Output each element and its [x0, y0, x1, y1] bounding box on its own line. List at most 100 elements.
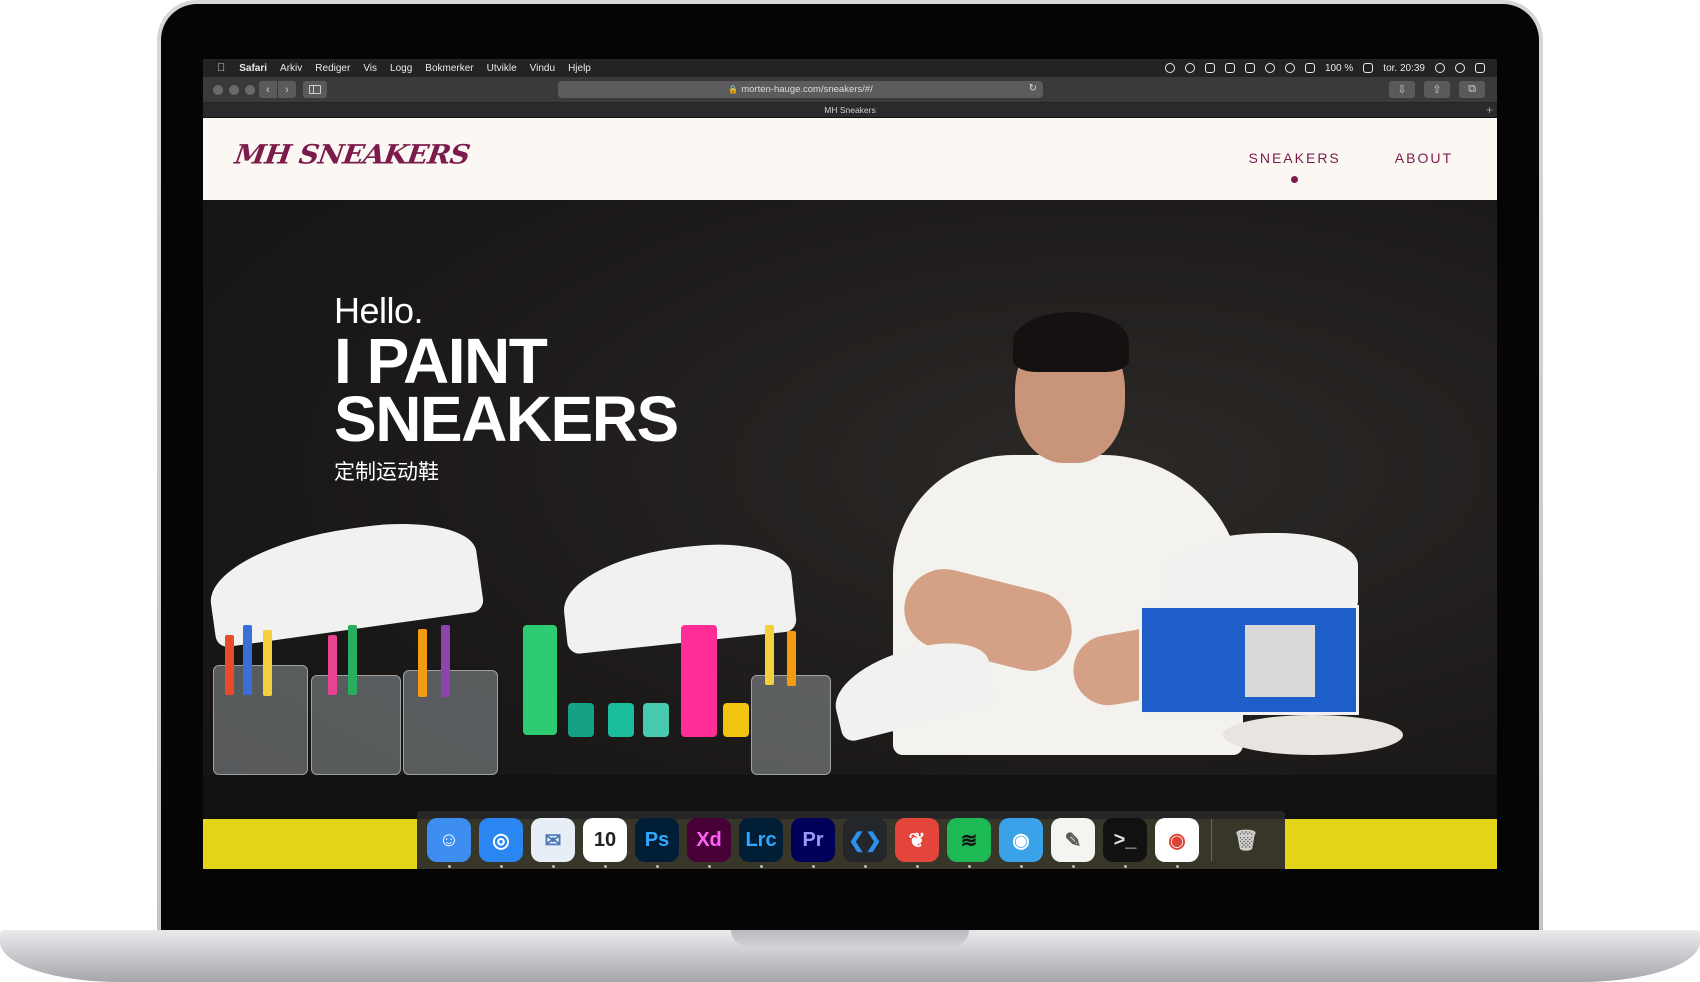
creative-cloud-icon[interactable]: [1184, 63, 1195, 73]
siri-icon[interactable]: [1455, 63, 1465, 73]
hero-text: Hello. I PAINT SNEAKERS 定制运动鞋: [334, 290, 679, 486]
reload-icon[interactable]: ↻: [1029, 83, 1037, 94]
leaf-app-icon[interactable]: ❦: [895, 818, 939, 868]
notification-center-icon[interactable]: [1475, 63, 1485, 73]
safari-icon[interactable]: ◎: [479, 818, 523, 868]
sidebar-icon: [309, 85, 321, 94]
hero-chinese-subtitle: 定制运动鞋: [334, 460, 439, 484]
marker-pen: [263, 630, 272, 696]
battery-percent[interactable]: 100 %: [1325, 63, 1353, 74]
forward-button[interactable]: ›: [278, 81, 296, 98]
dock-icon-glyph: Ps: [644, 828, 670, 851]
tweetbot-icon[interactable]: ◉: [999, 818, 1043, 868]
running-indicator: [811, 865, 815, 868]
terminal-icon[interactable]: >_: [1103, 818, 1147, 868]
nav-sneakers-label: SNEAKERS: [1248, 150, 1341, 166]
marker-jar: [751, 675, 831, 775]
paint-bottle: [643, 703, 669, 737]
hero-headline-line2: SNEAKERS: [334, 383, 679, 455]
site-logo[interactable]: MH SNEAKERS: [233, 139, 472, 170]
downloads-button[interactable]: ⇩: [1389, 81, 1415, 98]
laptop-frame:  Safari Arkiv Rediger Vis Logg Bokmerke…: [0, 0, 1700, 982]
marker-pen: [787, 631, 796, 686]
menu-hjelp[interactable]: Hjelp: [568, 63, 591, 74]
running-indicator: [759, 865, 763, 868]
menu-vis[interactable]: Vis: [363, 63, 377, 74]
trash-icon[interactable]: 🗑: [1224, 818, 1268, 862]
dock-icon-glyph: ✉: [544, 829, 562, 852]
close-window-button[interactable]: [213, 85, 223, 95]
spotify-icon[interactable]: ≋: [947, 818, 991, 868]
address-bar[interactable]: 🔒 morten-hauge.com/sneakers/#/ ↻: [558, 81, 1043, 98]
menu-rediger[interactable]: Rediger: [315, 63, 350, 74]
menu-logg[interactable]: Logg: [390, 63, 412, 74]
running-indicator: [707, 865, 711, 868]
dock-icon-glyph: ◉: [1168, 829, 1186, 852]
bluetooth-icon[interactable]: [1264, 63, 1275, 73]
marker-pen: [348, 625, 357, 695]
dock-icon-glyph: 10: [593, 828, 617, 851]
running-indicator: [967, 865, 971, 868]
running-indicator: [499, 865, 503, 868]
lightroom-icon[interactable]: Lrc: [739, 818, 783, 868]
share-button[interactable]: ⇧: [1424, 81, 1450, 98]
nav-sneakers[interactable]: SNEAKERS: [1248, 150, 1341, 183]
paint-bottle: [723, 703, 749, 737]
calendar-icon[interactable]: 10: [583, 818, 627, 868]
dock-icon-glyph: Lrc: [745, 828, 777, 851]
new-tab-icon[interactable]: +: [1486, 103, 1493, 117]
dock-separator: [1211, 819, 1212, 861]
xd-icon[interactable]: Xd: [687, 818, 731, 868]
dropbox-icon[interactable]: [1204, 63, 1215, 73]
hero-photo-palette: [1223, 715, 1403, 755]
menu-utvikle[interactable]: Utvikle: [487, 63, 517, 74]
chrome-icon[interactable]: ◉: [1155, 818, 1199, 868]
marker-pen: [225, 635, 234, 695]
mail-icon[interactable]: ✉: [531, 818, 575, 868]
premiere-icon[interactable]: Pr: [791, 818, 835, 868]
zoom-window-button[interactable]: [245, 85, 255, 95]
wifi-icon[interactable]: [1284, 63, 1295, 73]
dock-icon-glyph: >_: [1113, 828, 1137, 851]
tab-title[interactable]: MH Sneakers: [824, 105, 876, 115]
menubar-clock[interactable]: tor. 20:39: [1383, 63, 1425, 74]
airplay-icon[interactable]: [1244, 63, 1255, 73]
apple-icon[interactable]: : [217, 62, 225, 74]
menu-vindu[interactable]: Vindu: [530, 63, 555, 74]
battery-icon[interactable]: [1363, 63, 1374, 73]
minimize-window-button[interactable]: [229, 85, 239, 95]
menu-safari[interactable]: Safari: [239, 63, 267, 74]
hero-photo-shoebox-window: [1245, 625, 1315, 697]
tab-overview-button[interactable]: ⧉: [1459, 81, 1485, 98]
paint-bottle: [681, 625, 717, 737]
dock-icon-glyph: ☺: [438, 828, 460, 851]
textedit-icon[interactable]: ✎: [1051, 818, 1095, 868]
site-header: MH SNEAKERS SNEAKERS ABOUT: [203, 118, 1497, 200]
marker-pen: [441, 625, 450, 697]
menu-arkiv[interactable]: Arkiv: [280, 63, 302, 74]
running-indicator: [447, 865, 451, 868]
dock-icon-glyph: ❦: [908, 829, 926, 852]
running-indicator: [1175, 865, 1179, 868]
finder-icon[interactable]: ☺: [427, 818, 471, 868]
vscode-icon[interactable]: ❮❯: [843, 818, 887, 868]
chevron-right-icon: ›: [285, 83, 289, 96]
spotlight-search-icon[interactable]: [1435, 63, 1445, 73]
status-box-icon[interactable]: [1224, 63, 1235, 73]
screen:  Safari Arkiv Rediger Vis Logg Bokmerke…: [203, 59, 1497, 869]
sidebar-toggle-button[interactable]: [303, 81, 327, 98]
tab-bar: MH Sneakers +: [203, 103, 1497, 118]
volume-icon[interactable]: [1304, 63, 1315, 73]
back-button[interactable]: ‹: [259, 81, 277, 98]
photoshop-icon[interactable]: Ps: [635, 818, 679, 868]
tabs-icon: ⧉: [1468, 83, 1476, 95]
running-indicator: [1071, 865, 1075, 868]
running-indicator: [1019, 865, 1023, 868]
running-indicator: [863, 865, 867, 868]
hero-photo-markers: [203, 625, 831, 775]
webpage: MH SNEAKERS SNEAKERS ABOUT Hello. I PAIN…: [203, 118, 1497, 869]
menu-bokmerker[interactable]: Bokmerker: [425, 63, 473, 74]
status-app-icon[interactable]: [1164, 63, 1175, 73]
nav-about[interactable]: ABOUT: [1395, 150, 1453, 166]
address-bar-url: morten-hauge.com/sneakers/#/: [741, 84, 873, 95]
